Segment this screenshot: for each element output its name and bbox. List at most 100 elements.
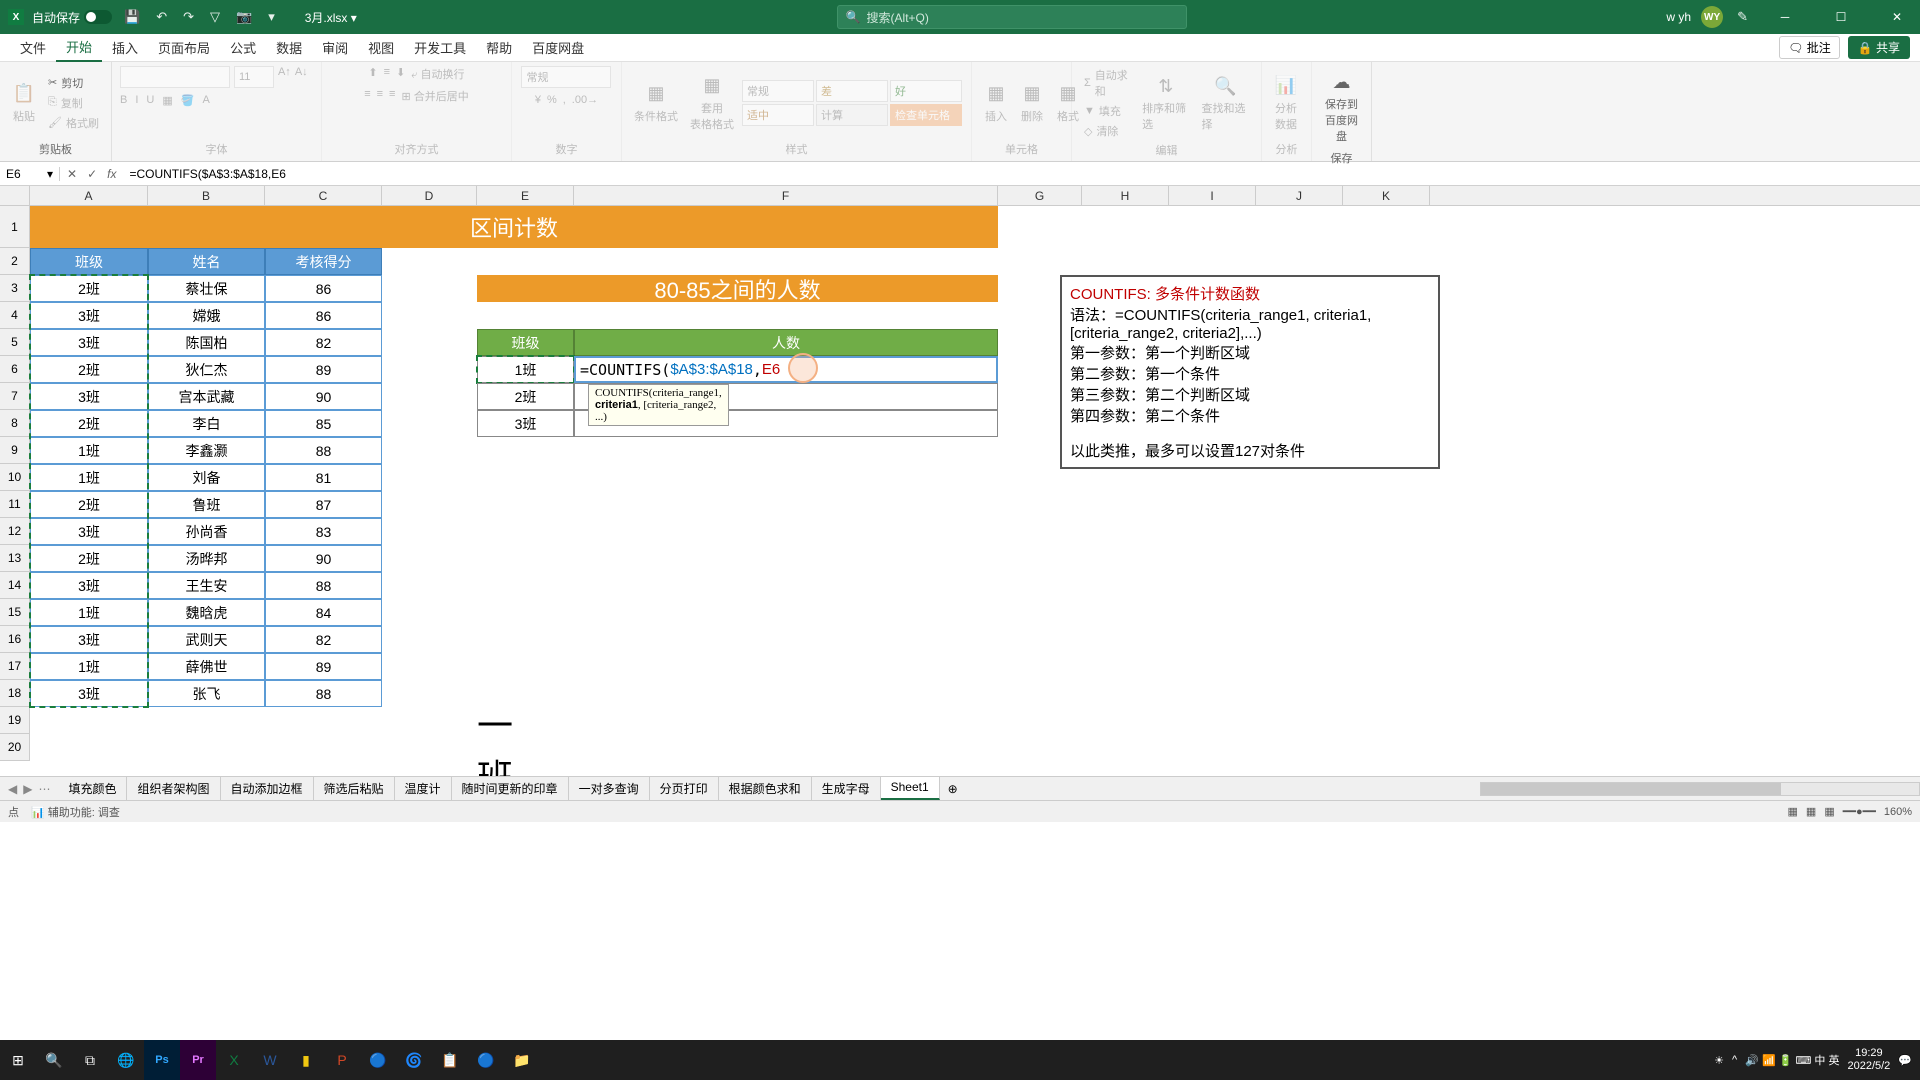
cell-A1[interactable]: 区间计数	[30, 206, 998, 248]
cell-B3[interactable]: 蔡壮保	[148, 275, 265, 302]
sheet-tab-10[interactable]: Sheet1	[881, 777, 940, 800]
col-header-B[interactable]: B	[148, 186, 265, 205]
align-top-icon[interactable]: ⬆	[368, 66, 377, 82]
cell-C3[interactable]: 86	[265, 275, 382, 302]
sheet-tab-3[interactable]: 筛选后粘贴	[314, 777, 395, 800]
cell-C18[interactable]: 88	[265, 680, 382, 707]
cell-C10[interactable]: 81	[265, 464, 382, 491]
fill-button[interactable]: ▼ 填充	[1080, 102, 1134, 120]
tab-help[interactable]: 帮助	[476, 34, 522, 61]
find-button[interactable]: 🔍查找和选择	[1198, 70, 1253, 136]
row-header-8[interactable]: 8	[0, 410, 30, 437]
redo-icon[interactable]: ↷	[179, 7, 198, 27]
col-header-D[interactable]: D	[382, 186, 477, 205]
user-avatar[interactable]: WY	[1701, 6, 1723, 28]
taskbar-ps-icon[interactable]: Ps	[144, 1040, 180, 1080]
cell-B8[interactable]: 李白	[148, 410, 265, 437]
cell-C6[interactable]: 89	[265, 356, 382, 383]
cell-B11[interactable]: 鲁班	[148, 491, 265, 518]
cell-E7[interactable]: 2班	[477, 383, 574, 410]
cell-C5[interactable]: 82	[265, 329, 382, 356]
cell-E5[interactable]: 班级	[477, 329, 574, 356]
cell-A2[interactable]: 班级	[30, 248, 148, 275]
font-size-select[interactable]: 11	[234, 66, 274, 88]
cell-C8[interactable]: 85	[265, 410, 382, 437]
filename[interactable]: 3月.xlsx ▾	[305, 9, 357, 26]
taskbar-app3-icon[interactable]: 🔵	[468, 1040, 504, 1080]
taskbar-powerbi-icon[interactable]: ▮	[288, 1040, 324, 1080]
tab-baidu[interactable]: 百度网盘	[522, 34, 594, 61]
row-header-14[interactable]: 14	[0, 572, 30, 599]
cell-C2[interactable]: 考核得分	[265, 248, 382, 275]
cell-A8[interactable]: 2班	[30, 410, 148, 437]
clear-button[interactable]: ◇ 清除	[1080, 122, 1134, 140]
tray-icons[interactable]: 🔊 📶 🔋 ⌨ 中 英	[1745, 1052, 1839, 1068]
bold-button[interactable]: B	[120, 94, 127, 107]
taskbar-clock[interactable]: 19:29 2022/5/2	[1847, 1047, 1890, 1073]
cell-A13[interactable]: 2班	[30, 545, 148, 572]
row-header-6[interactable]: 6	[0, 356, 30, 383]
style-neutral[interactable]: 适中	[742, 104, 814, 126]
fill-color-button[interactable]: 🪣	[181, 94, 195, 107]
tab-file[interactable]: 文件	[10, 34, 56, 61]
cell-A5[interactable]: 3班	[30, 329, 148, 356]
cell-A9[interactable]: 1班	[30, 437, 148, 464]
row-header-10[interactable]: 10	[0, 464, 30, 491]
row-header-17[interactable]: 17	[0, 653, 30, 680]
scrollbar-thumb[interactable]	[1481, 783, 1781, 795]
row-header-19[interactable]: 19	[0, 707, 30, 734]
tab-review[interactable]: 审阅	[312, 34, 358, 61]
cell-C16[interactable]: 82	[265, 626, 382, 653]
row-header-1[interactable]: 1	[0, 206, 30, 248]
editing-cell-F6[interactable]: =COUNTIFS($A$3:$A$18,E6	[574, 356, 998, 383]
percent-icon[interactable]: %	[547, 94, 557, 106]
cell-C14[interactable]: 88	[265, 572, 382, 599]
sheet-tab-4[interactable]: 温度计	[395, 777, 452, 800]
new-sheet-button[interactable]: ⊕	[940, 782, 966, 796]
cell-B5[interactable]: 陈国柏	[148, 329, 265, 356]
style-bad[interactable]: 差	[816, 80, 888, 102]
cond-format-button[interactable]: ▦条件格式	[630, 78, 682, 128]
style-normal[interactable]: 常规	[742, 80, 814, 102]
style-good[interactable]: 好	[890, 80, 962, 102]
wrap-text-button[interactable]: ⤶ 自动换行	[411, 66, 464, 82]
insert-button[interactable]: ▦插入	[980, 78, 1012, 128]
taskbar-search-icon[interactable]: 🔍	[36, 1040, 72, 1080]
sheet-tab-5[interactable]: 随时间更新的印章	[452, 777, 569, 800]
start-button[interactable]: ⊞	[0, 1040, 36, 1080]
formula-input[interactable]: =COUNTIFS($A$3:$A$18,E6	[123, 167, 1920, 181]
table-format-button[interactable]: ▦套用 表格格式	[686, 70, 738, 136]
sheet-nav-next-icon[interactable]: ▶	[23, 782, 32, 796]
cell-B10[interactable]: 刘备	[148, 464, 265, 491]
cell-B7[interactable]: 宫本武藏	[148, 383, 265, 410]
italic-button[interactable]: I	[135, 94, 138, 107]
undo-icon[interactable]: ↶	[152, 7, 171, 27]
tab-data[interactable]: 数据	[266, 34, 312, 61]
cell-B14[interactable]: 王生安	[148, 572, 265, 599]
cell-B17[interactable]: 薛佛世	[148, 653, 265, 680]
search-box[interactable]: 🔍 搜索(Alt+Q)	[837, 5, 1187, 29]
maximize-button[interactable]: ☐	[1818, 0, 1864, 34]
name-box[interactable]: ▾	[0, 167, 60, 181]
paste-button[interactable]: 📋粘贴	[8, 78, 40, 128]
taskbar-excel-icon[interactable]: X	[216, 1040, 252, 1080]
cell-A14[interactable]: 3班	[30, 572, 148, 599]
sheet-tab-1[interactable]: 组织者架构图	[127, 777, 220, 800]
col-header-A[interactable]: A	[30, 186, 148, 205]
align-right-icon[interactable]: ≡	[389, 88, 395, 104]
share-button[interactable]: 🔒 共享	[1848, 36, 1910, 59]
decrease-font-icon[interactable]: A↓	[295, 66, 308, 88]
currency-icon[interactable]: ¥	[535, 94, 541, 106]
col-header-F[interactable]: F	[574, 186, 998, 205]
font-color-button[interactable]: A	[202, 94, 209, 107]
cell-B4[interactable]: 嫦娥	[148, 302, 265, 329]
cell-B6[interactable]: 狄仁杰	[148, 356, 265, 383]
cell-B13[interactable]: 汤晔邦	[148, 545, 265, 572]
user-name[interactable]: w yh	[1666, 10, 1691, 24]
cell-A4[interactable]: 3班	[30, 302, 148, 329]
horizontal-scrollbar[interactable]	[1480, 782, 1920, 796]
status-accessibility[interactable]: 📊 辅助功能: 调查	[31, 804, 120, 820]
row-header-7[interactable]: 7	[0, 383, 30, 410]
col-header-K[interactable]: K	[1343, 186, 1430, 205]
copy-button[interactable]: ⎘ 复制	[44, 94, 103, 112]
